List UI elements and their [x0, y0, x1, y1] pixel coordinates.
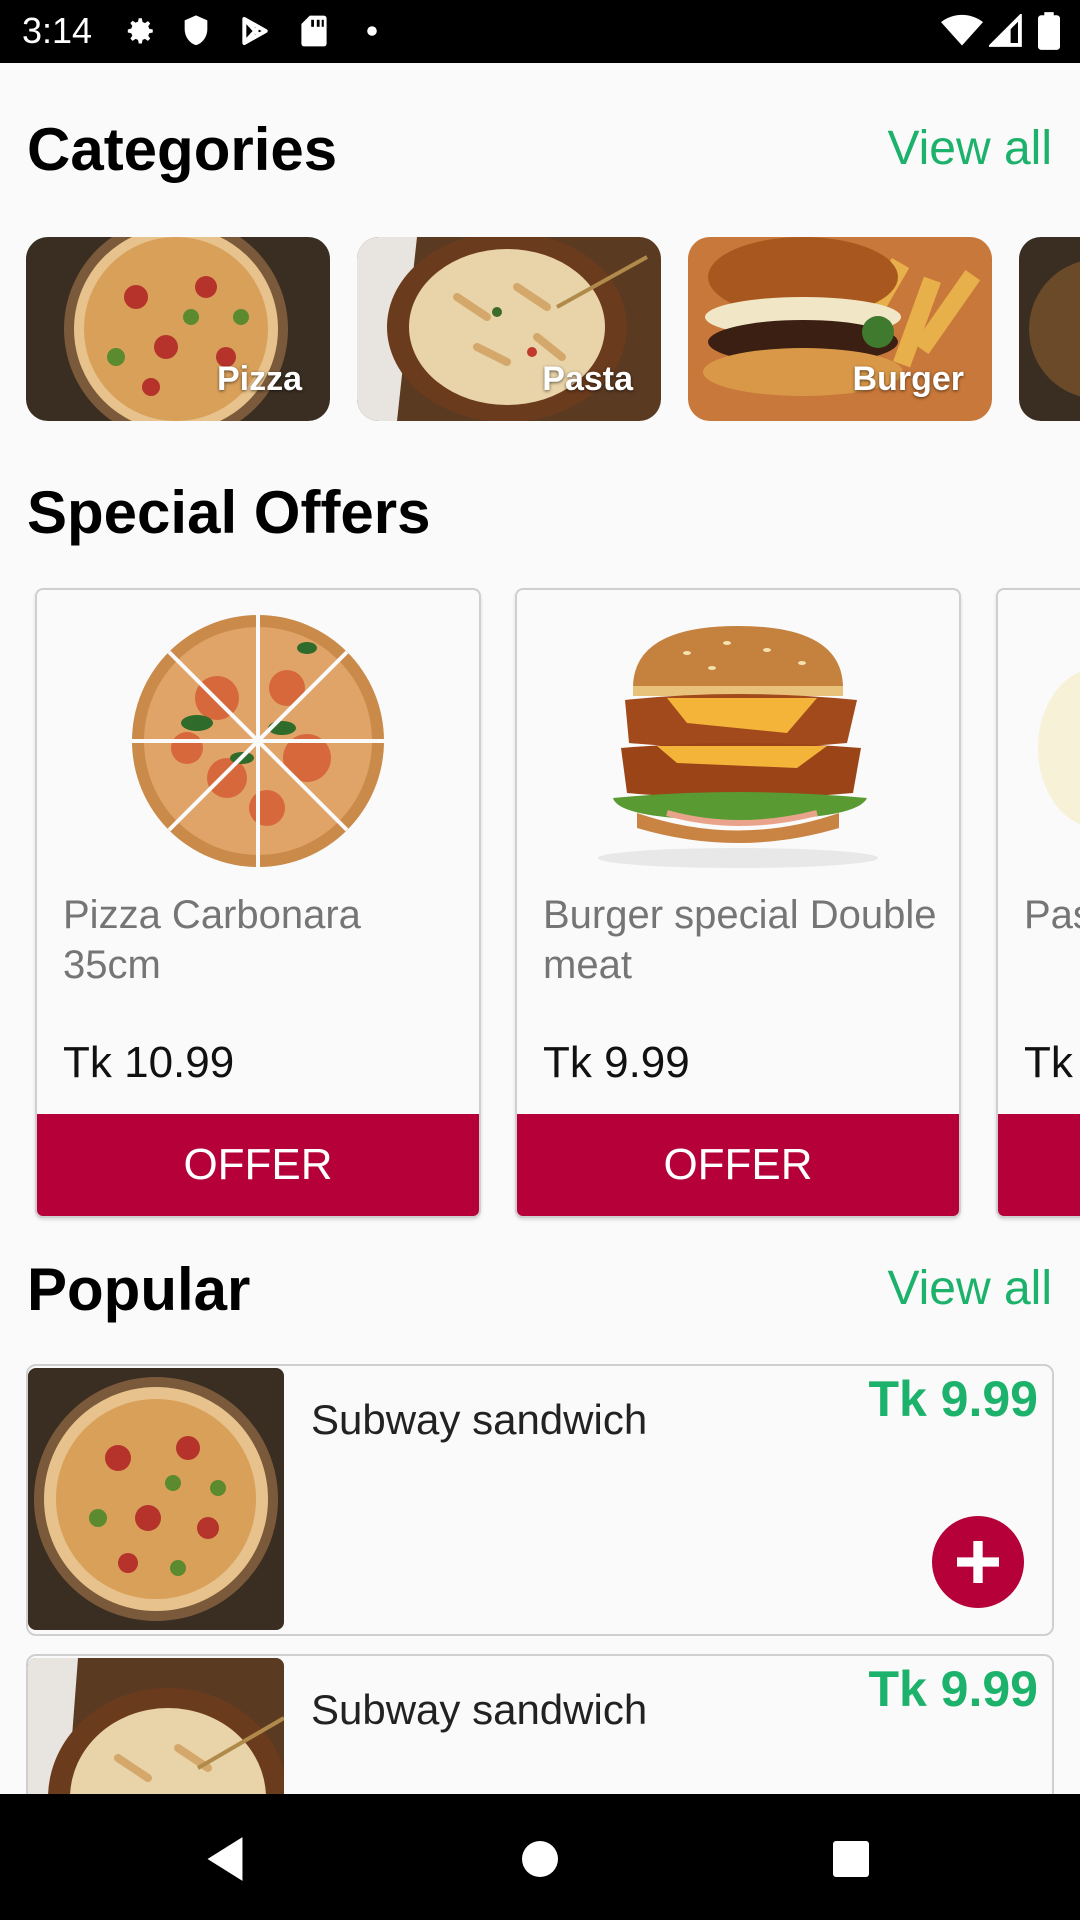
offer-button[interactable]: OFFER: [37, 1114, 479, 1216]
plus-icon: [957, 1541, 999, 1583]
popular-item-thumbnail: [28, 1658, 284, 1794]
pizza-carbonara-image: [132, 615, 384, 867]
play-store-icon: [237, 12, 273, 50]
offer-name: Burger special Double meat: [543, 893, 937, 987]
popular-item-price: Tk 9.99: [868, 1661, 1038, 1717]
category-card-partial[interactable]: [1019, 237, 1080, 421]
offer-card-pizza[interactable]: Pizza Carbonara 35cm Tk 10.99 OFFER: [35, 588, 481, 1218]
popular-list-item[interactable]: Subway sandwich Tk 9.99: [26, 1654, 1054, 1794]
offer-card-burger[interactable]: Burger special Double meat Tk 9.99 OFFER: [515, 588, 961, 1218]
category-card-pizza[interactable]: Pizza: [26, 237, 330, 421]
popular-item-name: Subway sandwich: [311, 1396, 648, 1443]
category-label-burger: Burger: [852, 360, 964, 398]
offer-button[interactable]: OFFER: [517, 1114, 959, 1216]
back-icon[interactable]: [190, 1824, 260, 1894]
popular-item-thumbnail: [28, 1368, 284, 1630]
dot-icon: [354, 12, 390, 50]
offer-price: Tk 9.99: [543, 1038, 690, 1087]
offer-price: Tk 10.99: [63, 1038, 235, 1087]
burger-special-image: [598, 626, 878, 868]
popular-list-item[interactable]: Subway sandwich Tk 9.99: [26, 1364, 1054, 1636]
popular-item-price: Tk 9.99: [868, 1371, 1038, 1427]
offer-price: Tk: [1024, 1038, 1073, 1087]
category-card-burger[interactable]: Burger: [688, 237, 992, 421]
offer-card-partial[interactable]: Pas Ful Tk: [996, 588, 1080, 1218]
signal-icon: [988, 12, 1024, 50]
offer-name: Pizza Carbonara 35cm: [63, 893, 361, 987]
popular-title: Popular: [27, 1256, 251, 1323]
category-label-pasta: Pasta: [542, 360, 633, 398]
partial-photo: [1019, 237, 1080, 421]
popular-view-all-link[interactable]: View all: [887, 1261, 1052, 1316]
category-label-pizza: Pizza: [216, 360, 302, 398]
system-nav-bar: [0, 1794, 1080, 1920]
offer-name: Pas Ful: [1024, 893, 1080, 937]
categories-view-all-link[interactable]: View all: [887, 121, 1052, 176]
partial-offer-image: [1038, 671, 1080, 825]
shield-icon: [178, 12, 214, 50]
special-offers-title: Special Offers: [27, 479, 431, 546]
status-bar: 3:14: [0, 0, 1080, 63]
add-to-cart-button[interactable]: [932, 1516, 1024, 1608]
recents-icon[interactable]: [816, 1824, 886, 1894]
sd-card-icon: [296, 12, 332, 50]
status-time: 3:14: [22, 10, 93, 51]
wifi-icon: [940, 12, 984, 50]
categories-title: Categories: [27, 116, 338, 183]
home-icon[interactable]: [505, 1824, 575, 1894]
popular-item-name: Subway sandwich: [311, 1686, 648, 1733]
category-card-pasta[interactable]: Pasta: [357, 237, 661, 421]
battery-icon: [1036, 12, 1062, 50]
main-content[interactable]: Categories View all Pizza Pasta Burger S…: [0, 63, 1080, 1794]
gear-icon: [122, 12, 158, 50]
offer-button[interactable]: [998, 1114, 1080, 1216]
